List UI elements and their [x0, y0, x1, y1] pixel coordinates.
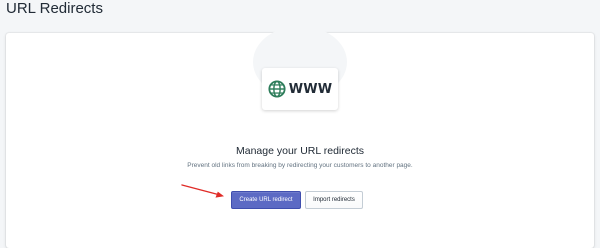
empty-state-description: Prevent old links from breaking by redir…: [187, 162, 413, 169]
empty-state-heading: Manage your URL redirects: [236, 145, 364, 157]
www-label: WWW: [288, 81, 333, 97]
globe-icon: [268, 80, 286, 98]
red-arrow-icon: [181, 184, 224, 198]
import-redirects-button[interactable]: Import redirects: [305, 191, 363, 209]
create-url-redirect-button[interactable]: Create URL redirect: [231, 191, 301, 209]
page-title: URL Redirects: [6, 0, 103, 17]
www-illustration: WWW: [262, 68, 338, 110]
